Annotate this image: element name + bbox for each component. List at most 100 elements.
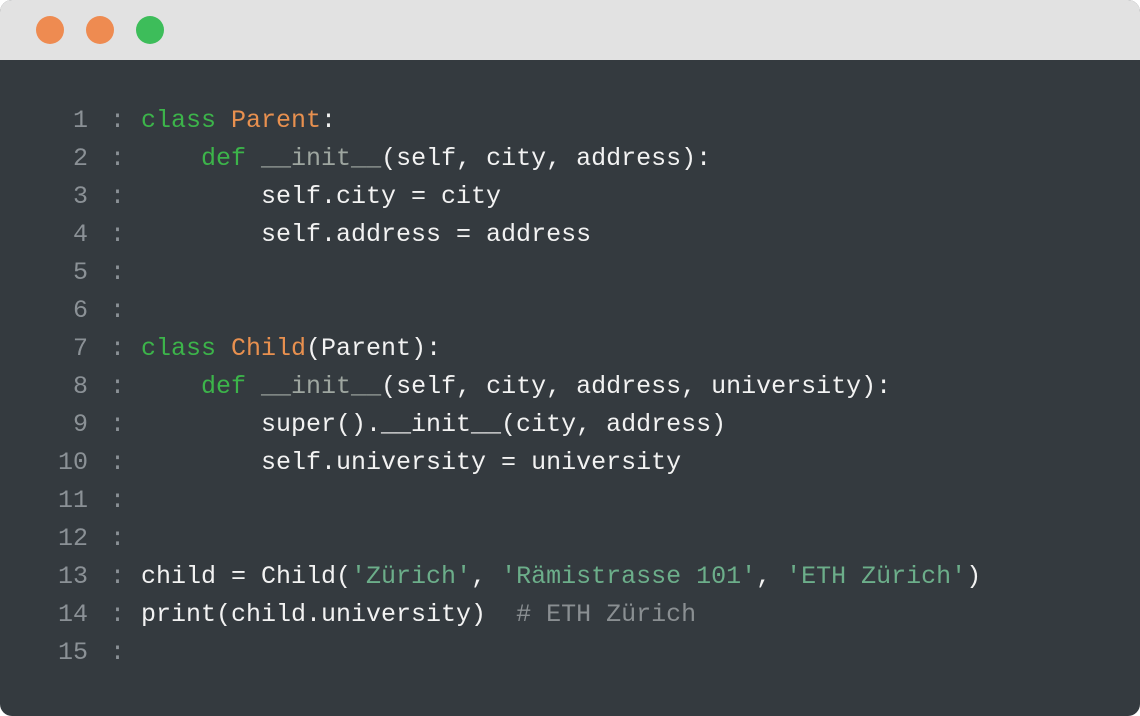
code-text: class Child(Parent): xyxy=(141,330,441,368)
code-line: 6: xyxy=(0,292,1140,330)
code-editor[interactable]: 1: class Parent: 2: def __init__(self, cit… xyxy=(0,102,1140,672)
line-number: 11 xyxy=(57,486,88,515)
code-token-comment: # ETH Zürich xyxy=(516,600,697,629)
code-token-plain: , xyxy=(471,562,502,591)
line-separator: : xyxy=(110,296,126,325)
code-line: 13: child = Child('Zürich', 'Rämistrasse … xyxy=(0,558,1140,596)
code-line: 8: def __init__(self, city, address, uni… xyxy=(0,368,1140,406)
line-gutter: 2: xyxy=(40,140,130,178)
line-gutter: 3: xyxy=(40,178,130,216)
code-line: 5: xyxy=(0,254,1140,292)
line-gutter: 7: xyxy=(40,330,130,368)
line-separator: : xyxy=(110,106,126,135)
line-number: 10 xyxy=(57,448,88,477)
line-separator: : xyxy=(110,600,126,629)
code-token-dunder: __init__ xyxy=(261,144,382,173)
code-token-plain: self.address = address xyxy=(141,220,592,249)
line-separator: : xyxy=(110,486,126,515)
line-number: 13 xyxy=(57,562,88,591)
line-separator: : xyxy=(110,410,126,439)
line-number: 6 xyxy=(72,296,88,325)
code-token-plain: super().__init__(city, address) xyxy=(141,410,727,439)
code-token-string: 'ETH Zürich' xyxy=(786,562,967,591)
code-token-string: 'Zürich' xyxy=(351,562,472,591)
code-token-keyword: def xyxy=(201,144,247,173)
close-window-button[interactable] xyxy=(36,16,64,44)
code-text: def __init__(self, city, address, univer… xyxy=(141,368,891,406)
code-text: def __init__(self, city, address): xyxy=(141,140,711,178)
line-number: 15 xyxy=(57,638,88,667)
title-bar xyxy=(0,0,1140,60)
line-gutter: 8: xyxy=(40,368,130,406)
line-gutter: 13: xyxy=(40,558,130,596)
line-gutter: 15: xyxy=(40,634,130,672)
code-token-string: 'Rämistrasse 101' xyxy=(501,562,757,591)
code-line: 7: class Child(Parent): xyxy=(0,330,1140,368)
code-line: 9: super().__init__(city, address) xyxy=(0,406,1140,444)
code-token-plain: (self, city, address, university): xyxy=(381,372,892,401)
code-line: 2: def __init__(self, city, address): xyxy=(0,140,1140,178)
code-line: 1: class Parent: xyxy=(0,102,1140,140)
line-gutter: 1: xyxy=(40,102,130,140)
code-line: 10: self.university = university xyxy=(0,444,1140,482)
line-number: 8 xyxy=(72,372,88,401)
line-separator: : xyxy=(110,638,126,667)
line-separator: : xyxy=(110,372,126,401)
code-token-plain: ) xyxy=(966,562,982,591)
line-number: 2 xyxy=(72,144,88,173)
code-token-keyword: def xyxy=(201,372,247,401)
code-line: 12: xyxy=(0,520,1140,558)
line-number: 9 xyxy=(72,410,88,439)
line-separator: : xyxy=(110,144,126,173)
line-gutter: 14: xyxy=(40,596,130,634)
line-separator: : xyxy=(110,524,126,553)
code-text: print(child.university) # ETH Zürich xyxy=(141,596,696,634)
code-text: self.address = address xyxy=(141,216,591,254)
code-text: class Parent: xyxy=(141,102,336,140)
code-text: child = Child('Zürich', 'Rämistrasse 101… xyxy=(141,558,981,596)
code-line: 11: xyxy=(0,482,1140,520)
code-line: 3: self.city = city xyxy=(0,178,1140,216)
maximize-window-button[interactable] xyxy=(136,16,164,44)
line-number: 3 xyxy=(72,182,88,211)
code-token-classname: Parent xyxy=(231,106,322,135)
line-gutter: 6: xyxy=(40,292,130,330)
line-number: 7 xyxy=(72,334,88,363)
line-number: 1 xyxy=(72,106,88,135)
line-separator: : xyxy=(110,220,126,249)
code-text: super().__init__(city, address) xyxy=(141,406,726,444)
line-gutter: 4: xyxy=(40,216,130,254)
line-separator: : xyxy=(110,448,126,477)
code-token-classname: Child xyxy=(231,334,307,363)
code-token-plain: self.university = university xyxy=(141,448,682,477)
code-token-plain: print(child.university) xyxy=(141,600,517,629)
line-gutter: 5: xyxy=(40,254,130,292)
line-number: 5 xyxy=(72,258,88,287)
line-number: 12 xyxy=(57,524,88,553)
code-line: 15: xyxy=(0,634,1140,672)
code-token-plain: child = Child( xyxy=(141,562,352,591)
line-gutter: 12: xyxy=(40,520,130,558)
minimize-window-button[interactable] xyxy=(86,16,114,44)
code-token-plain: self.city = city xyxy=(141,182,502,211)
line-number: 4 xyxy=(72,220,88,249)
line-gutter: 9: xyxy=(40,406,130,444)
code-token-keyword: class xyxy=(141,334,217,363)
line-separator: : xyxy=(110,334,126,363)
line-number: 14 xyxy=(57,600,88,629)
code-window: 1: class Parent: 2: def __init__(self, cit… xyxy=(0,0,1140,716)
code-token-plain: : xyxy=(321,106,337,135)
code-token-plain: (Parent): xyxy=(306,334,442,363)
code-token-dunder: __init__ xyxy=(261,372,382,401)
code-line: 4: self.address = address xyxy=(0,216,1140,254)
line-separator: : xyxy=(110,258,126,287)
code-text: self.city = city xyxy=(141,178,501,216)
line-separator: : xyxy=(110,562,126,591)
code-token-keyword: class xyxy=(141,106,217,135)
line-separator: : xyxy=(110,182,126,211)
line-gutter: 10: xyxy=(40,444,130,482)
